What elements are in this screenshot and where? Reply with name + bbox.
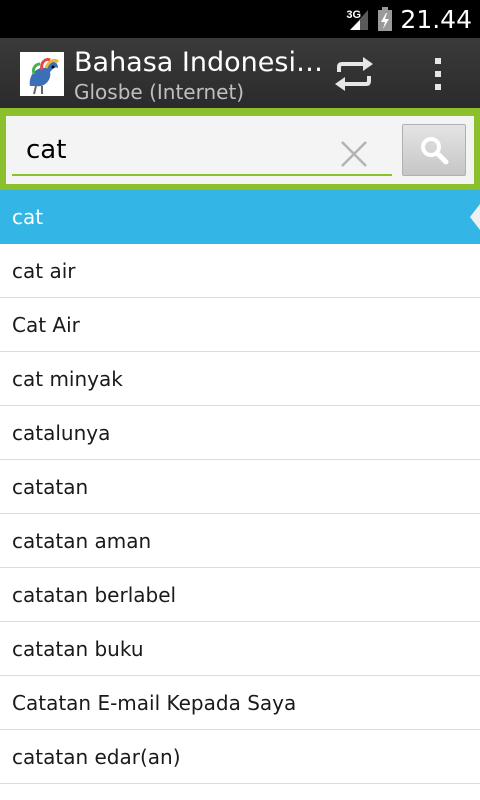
list-item-label: catatan <box>12 474 89 499</box>
swap-icon <box>335 57 373 91</box>
suggestion-list: cat cat air Cat Air cat minyak catalunya… <box>0 190 480 784</box>
list-item[interactable]: cat minyak <box>0 352 480 406</box>
list-item-label: Catatan E-mail Kepada Saya <box>12 690 297 715</box>
list-item-label: cat minyak <box>12 366 123 391</box>
list-item-label: catatan edar(an) <box>12 744 181 769</box>
list-item-label: catatan berlabel <box>12 582 177 607</box>
list-item-label: catalunya <box>12 420 111 445</box>
status-bar: 3G 21.44 <box>0 0 480 38</box>
list-item[interactable]: catatan <box>0 460 480 514</box>
list-item-label: Cat Air <box>12 312 80 337</box>
action-bar: Bahasa Indonesi… Glosbe (Internet) <box>0 38 480 108</box>
list-item[interactable]: catalunya <box>0 406 480 460</box>
list-item[interactable]: catatan aman <box>0 514 480 568</box>
list-item-label: cat air <box>12 258 76 283</box>
search-panel <box>0 108 480 190</box>
list-item-label: catatan buku <box>12 636 144 661</box>
list-item-label: cat <box>12 204 44 229</box>
clear-icon[interactable] <box>340 140 368 168</box>
clock: 21.44 <box>400 4 472 34</box>
list-item[interactable]: Cat Air <box>0 298 480 352</box>
signal-icon: 3G <box>346 6 370 32</box>
selection-indicator <box>470 204 480 230</box>
list-item[interactable]: cat <box>0 190 480 244</box>
list-item[interactable]: catatan buku <box>0 622 480 676</box>
search-button[interactable] <box>402 124 466 176</box>
swap-languages-button[interactable] <box>330 54 378 94</box>
overflow-menu-icon <box>435 58 441 90</box>
app-title[interactable]: Bahasa Indonesi… <box>74 47 323 79</box>
list-item[interactable]: catatan berlabel <box>0 568 480 622</box>
list-item-label: catatan aman <box>12 528 152 553</box>
list-item[interactable]: cat air <box>0 244 480 298</box>
app-subtitle[interactable]: Glosbe (Internet) <box>74 79 314 105</box>
search-icon <box>421 137 449 165</box>
app-logo-icon[interactable] <box>20 52 64 96</box>
network-type-label: 3G <box>346 9 362 21</box>
search-box <box>6 116 474 184</box>
search-input[interactable] <box>12 126 392 176</box>
list-item[interactable]: Catatan E-mail Kepada Saya <box>0 676 480 730</box>
overflow-menu-button[interactable] <box>420 52 456 96</box>
list-item[interactable]: catatan edar(an) <box>0 730 480 784</box>
battery-charging-icon <box>378 7 393 31</box>
